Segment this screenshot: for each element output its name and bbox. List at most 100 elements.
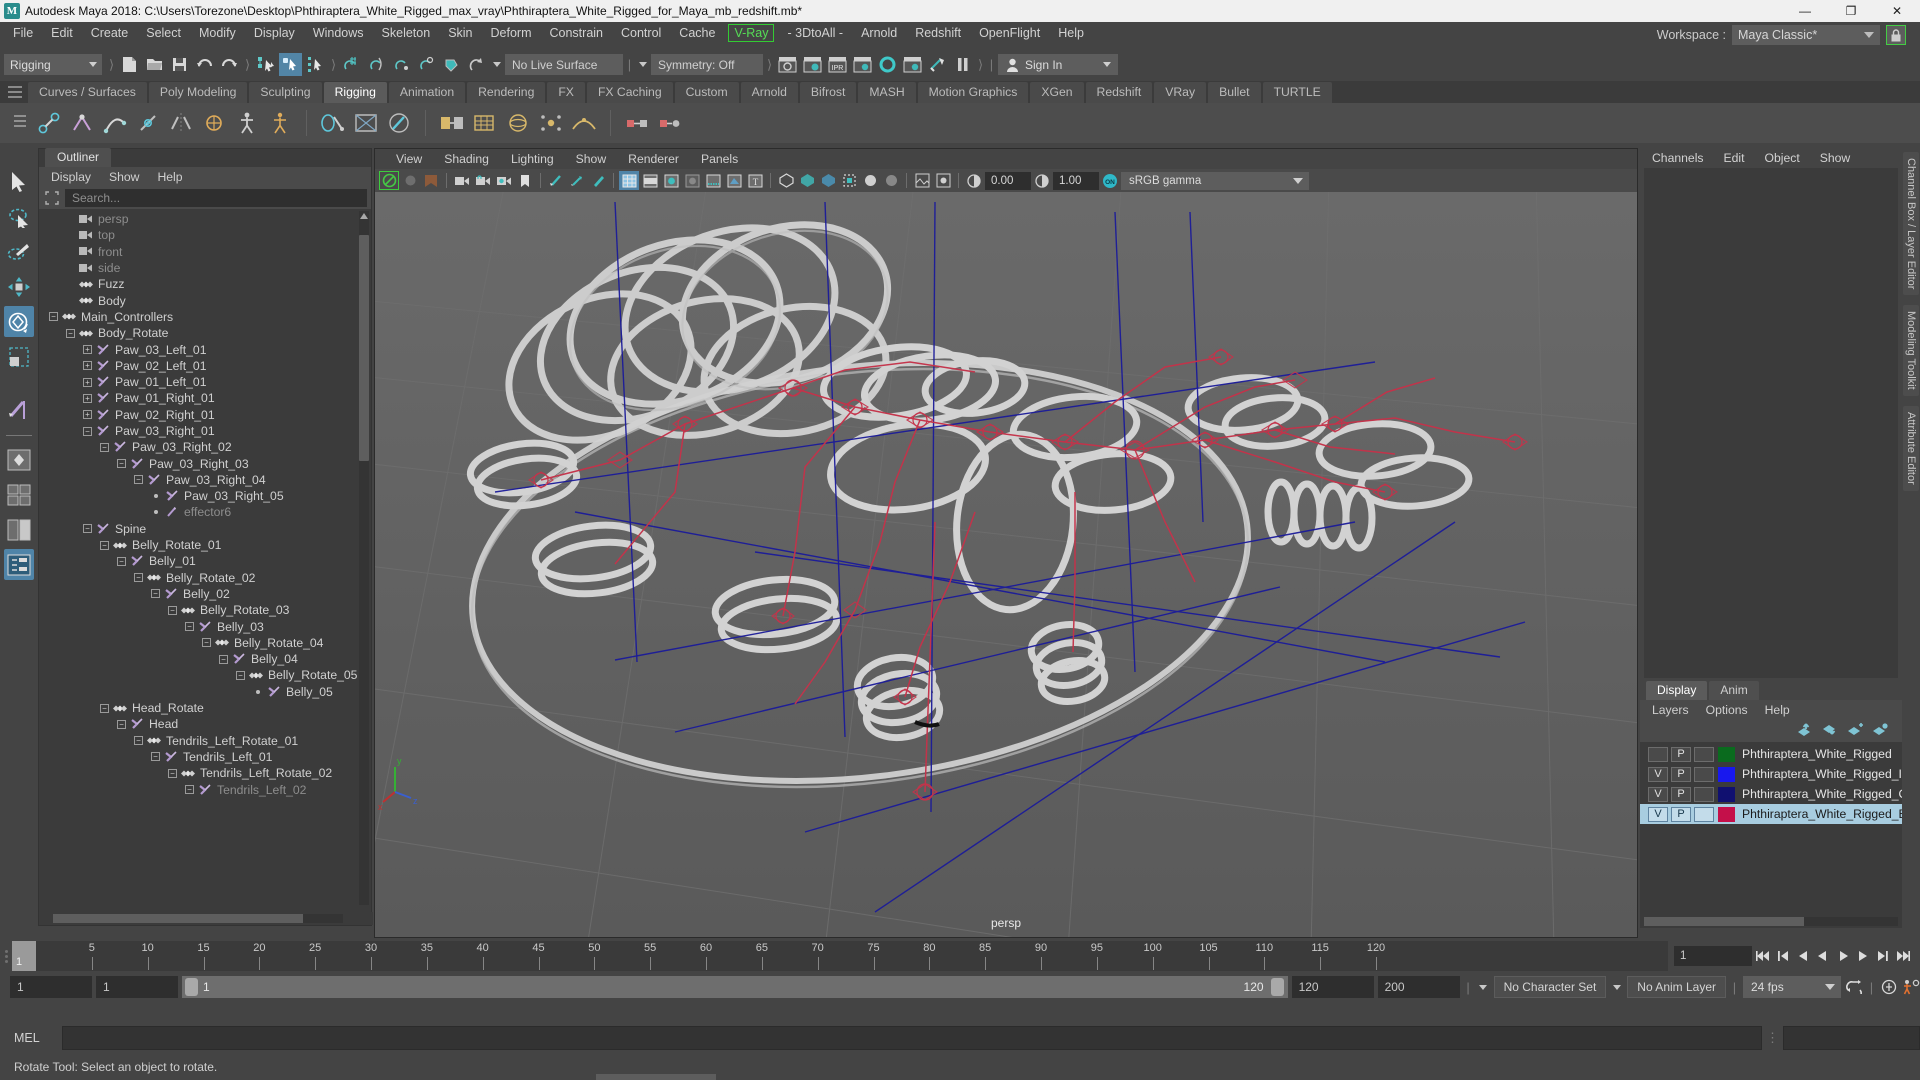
menu-windows[interactable]: Windows [304,23,373,43]
symmetry-field[interactable]: Symmetry: Off [651,54,763,75]
outliner-item-tendrils_left_02[interactable]: − Tendrils_Left_02 [39,781,371,797]
menu-skin[interactable]: Skin [439,23,481,43]
layer-scroll-thumb[interactable] [1644,916,1804,926]
collapse-icon[interactable]: − [66,328,75,338]
outliner-tab[interactable]: Outliner [45,148,112,167]
use-all-lights-button[interactable] [682,171,702,190]
snap-to-projected-center-button[interactable] [415,53,438,76]
outliner-item-paw_03_right_03[interactable]: − Paw_03_Right_03 [39,455,371,471]
color-space-dropdown[interactable]: sRGB gamma [1121,171,1309,190]
high-quality-render-button[interactable] [912,171,932,190]
move-layer-up-button[interactable] [1797,722,1813,740]
maximize-button[interactable]: ❐ [1828,0,1874,22]
wrap-deformer-button[interactable] [503,107,533,139]
scroll-up-arrow-icon[interactable] [360,213,368,219]
xray-mode-button[interactable] [776,171,796,190]
layer-menu-options[interactable]: Options [1706,703,1748,717]
shelf-tab-redshift[interactable]: Redshift [1085,82,1153,103]
lasso-select-tool[interactable] [4,201,34,232]
live-surface-field[interactable]: No Live Surface [505,54,623,75]
outliner-item-belly_02[interactable]: − Belly_02 [39,586,371,602]
collapse-icon[interactable]: − [202,638,211,648]
play-backwards-button[interactable] [1814,946,1832,966]
collapse-icon[interactable]: − [151,752,160,762]
viewport-menu-show[interactable]: Show [565,152,618,166]
pencil-button[interactable] [588,171,608,190]
rotate-tool[interactable] [4,306,34,337]
shelf-tab-vray[interactable]: VRay [1154,82,1207,103]
shelf-tab-turtle[interactable]: TURTLE [1262,82,1332,103]
render-settings-button[interactable] [801,53,824,76]
ipr-render-button[interactable]: IPR [826,53,849,76]
outliner-item-side[interactable]: side [39,260,371,276]
menu-redshift[interactable]: Redshift [906,23,970,43]
layer-playback-toggle[interactable]: P [1671,766,1691,782]
snap-options-dropdown[interactable] [490,54,503,75]
collapse-icon[interactable]: − [100,540,109,550]
smooth-shade-all-button[interactable] [640,171,660,190]
outliner-item-belly_rotate_05[interactable]: − Belly_Rotate_05 [39,667,371,683]
collapse-icon[interactable]: − [117,459,126,469]
collapse-icon[interactable]: − [49,312,58,322]
scale-tool[interactable] [4,341,34,372]
collapse-icon[interactable]: − [185,622,194,632]
isolate-select-button[interactable] [839,171,859,190]
menu-help[interactable]: Help [1049,23,1093,43]
menu-create[interactable]: Create [82,23,138,43]
menu-openflight[interactable]: OpenFlight [970,23,1049,43]
display-layer-row[interactable]: V P Phthiraptera_White_Rigged_IK [1640,764,1910,784]
layer-display-type-toggle[interactable] [1694,746,1714,762]
shelf-tab-fx-caching[interactable]: FX Caching [586,82,673,103]
collapse-icon[interactable]: − [83,426,92,436]
camera-icon-button[interactable] [452,171,472,190]
gamma-field[interactable]: 1.00 [1053,171,1099,190]
color-management-toggle[interactable]: ON [1100,171,1120,190]
persp-outliner-layout-button[interactable] [4,514,34,545]
layer-tab-anim[interactable]: Anim [1709,681,1759,700]
select-camera-button[interactable] [379,171,399,190]
collapse-icon[interactable]: − [168,605,177,615]
menu-v-ray[interactable]: V-Ray [728,24,775,42]
step-forward-keyframe-button[interactable] [1874,946,1892,966]
undo-button[interactable] [193,53,216,76]
save-scene-button[interactable] [168,53,191,76]
layer-playback-toggle[interactable]: P [1671,806,1691,822]
animation-start-field[interactable]: 1 [96,976,178,998]
menu-control[interactable]: Control [612,23,670,43]
shelf-tab-bifrost[interactable]: Bifrost [799,82,857,103]
outliner-item-paw_02_right_01[interactable]: + Paw_02_Right_01 [39,407,371,423]
make-live-button[interactable] [465,53,488,76]
step-back-frame-button[interactable] [1794,946,1812,966]
render-current-frame-button[interactable] [776,53,799,76]
menu-3dtoall[interactable]: - 3DtoAll - [778,23,852,43]
quick-rig-button[interactable] [265,107,295,139]
playback-end-field[interactable]: 200 [1377,976,1460,998]
shelf-tab-mash[interactable]: MASH [858,82,916,103]
menu-skeleton[interactable]: Skeleton [373,23,440,43]
layer-visibility-toggle[interactable]: V [1648,806,1668,822]
render-settings-viewport-button[interactable] [933,171,953,190]
outliner-item-belly_05[interactable]: Belly_05 [39,684,371,700]
range-left-handle[interactable] [185,978,198,996]
outliner-tree[interactable]: persp top front side Fuzz Body − Main_Controlle… [39,209,371,909]
menu-arnold[interactable]: Arnold [852,23,906,43]
outliner-item-paw_03_right_05[interactable]: Paw_03_Right_05 [39,488,371,504]
shaded-material-button[interactable] [881,171,901,190]
channelbox-menu-object[interactable]: Object [1765,151,1800,165]
exposure-field[interactable]: 0.00 [985,171,1031,190]
hscroll-thumb[interactable] [53,914,303,923]
viewport-menu-renderer[interactable]: Renderer [617,152,690,166]
outliner-item-paw_02_left_01[interactable]: + Paw_02_Left_01 [39,358,371,374]
menu-modify[interactable]: Modify [190,23,245,43]
image-plane-button[interactable] [546,171,566,190]
outliner-item-belly_03[interactable]: − Belly_03 [39,618,371,634]
create-ik-handle-button[interactable] [67,107,97,139]
outliner-item-tendrils_left_rotate_01[interactable]: − Tendrils_Left_Rotate_01 [39,733,371,749]
layer-display-type-toggle[interactable] [1694,766,1714,782]
time-slider-track[interactable]: 1 5 10 15 20 25 30 35 40 45 50 55 60 65 70 75 80 85 90 95 1… [12,941,1668,971]
cluster-deformer-button[interactable] [536,107,566,139]
go-to-start-button[interactable] [1754,946,1772,966]
outliner-menu-show[interactable]: Show [109,170,140,184]
parent-constraint-button[interactable] [622,107,652,139]
shelf-tab-poly-modeling[interactable]: Poly Modeling [148,82,248,103]
